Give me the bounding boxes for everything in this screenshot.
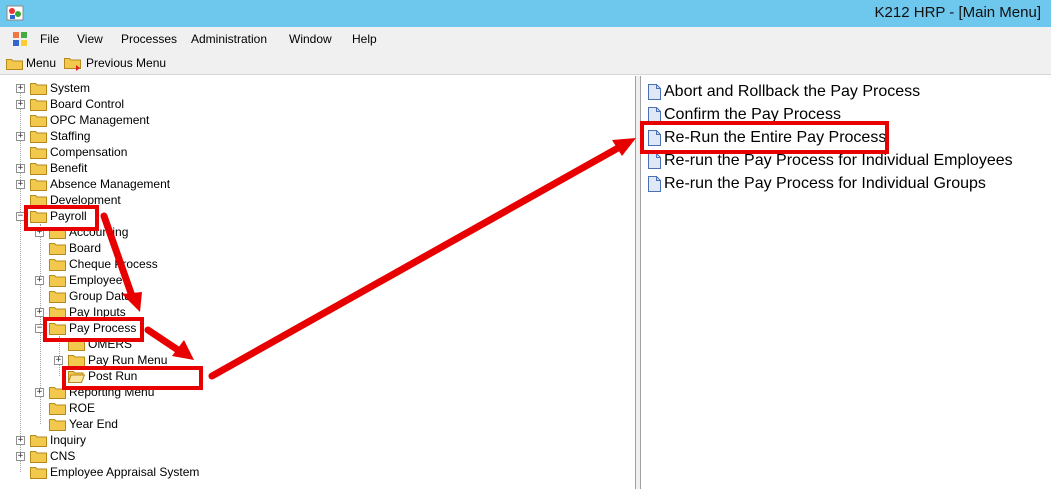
folder-icon: [30, 82, 47, 95]
menu-view[interactable]: View: [77, 32, 103, 46]
tree-item-roe[interactable]: ROE: [49, 400, 95, 416]
tree-item-cheque-process[interactable]: Cheque Process: [49, 256, 158, 272]
tree-label: CNS: [50, 449, 76, 463]
tree-label: Employee Appraisal System: [50, 465, 200, 479]
previous-menu-button-label: Previous Menu: [86, 56, 167, 70]
folder-back-icon: [64, 57, 81, 71]
folder-icon: [30, 162, 47, 175]
folder-icon: [6, 58, 23, 70]
mdi-window-icon[interactable]: [12, 31, 28, 47]
tree-line: [20, 88, 21, 472]
folder-icon: [49, 402, 66, 415]
tree-label: OPC Management: [50, 113, 150, 127]
menu-administration[interactable]: Administration: [191, 32, 267, 46]
folder-icon: [30, 98, 47, 111]
menu-button-label: Menu: [26, 56, 57, 70]
folder-icon: [30, 146, 47, 159]
document-icon: [648, 176, 661, 192]
tree-label: Year End: [69, 417, 118, 431]
folder-icon: [49, 418, 66, 431]
tree-item-absence-management[interactable]: + Absence Management: [16, 176, 170, 192]
highlight-rerun-entire: [640, 121, 889, 154]
tree-label: Staffing: [50, 129, 91, 143]
tree-label: Group Data: [69, 289, 132, 303]
tree-label: Absence Management: [50, 177, 171, 191]
menu-button[interactable]: Menu: [6, 54, 56, 72]
folder-icon: [30, 466, 47, 479]
tree-item-employee-appraisal-system[interactable]: Employee Appraisal System: [30, 464, 199, 480]
tree-item-employee[interactable]: + Employee: [35, 272, 122, 288]
folder-icon: [30, 114, 47, 127]
window-title: K212 HRP - [Main Menu]: [874, 4, 1041, 21]
tree-item-board[interactable]: Board: [49, 240, 101, 256]
tree-item-board-control[interactable]: + Board Control: [16, 96, 124, 112]
tree-item-staffing[interactable]: + Staffing: [16, 128, 90, 144]
tree-item-compensation[interactable]: Compensation: [30, 144, 127, 160]
tree-label: Inquiry: [50, 433, 87, 447]
tree-item-inquiry[interactable]: + Inquiry: [16, 432, 86, 448]
menu-file[interactable]: File: [40, 32, 59, 46]
folder-icon: [49, 242, 66, 255]
tree-label: Benefit: [50, 161, 88, 175]
list-label: Re-run the Pay Process for Individual Em…: [664, 152, 1013, 169]
tree-item-benefit[interactable]: + Benefit: [16, 160, 87, 176]
tree-label: System: [50, 81, 91, 95]
app-icon[interactable]: [6, 4, 24, 22]
list-item-rerun-groups[interactable]: Re-run the Pay Process for Individual Gr…: [648, 174, 986, 194]
highlight-post-run: [62, 366, 203, 390]
folder-icon: [49, 274, 66, 287]
folder-icon: [30, 450, 47, 463]
list-label: Re-run the Pay Process for Individual Gr…: [664, 175, 986, 192]
folder-icon: [49, 258, 66, 271]
tree-item-group-data[interactable]: Group Data: [49, 288, 131, 304]
tree-label: Pay Run Menu: [88, 353, 168, 367]
tree-item-cns[interactable]: + CNS: [16, 448, 75, 464]
list-item-rerun-employees[interactable]: Re-run the Pay Process for Individual Em…: [648, 151, 1013, 171]
tree-item-year-end[interactable]: Year End: [49, 416, 118, 432]
list-label: Abort and Rollback the Pay Process: [664, 83, 921, 100]
tree-label: ROE: [69, 401, 96, 415]
tree-label: Board Control: [50, 97, 125, 111]
list-item-abort-rollback[interactable]: Abort and Rollback the Pay Process: [648, 82, 920, 102]
tree-label: Board: [69, 241, 102, 255]
menu-processes[interactable]: Processes: [121, 32, 177, 46]
tree-item-opc-management[interactable]: OPC Management: [30, 112, 149, 128]
folder-icon: [49, 290, 66, 303]
folder-icon: [30, 130, 47, 143]
menu-window[interactable]: Window: [289, 32, 332, 46]
menu-help[interactable]: Help: [352, 32, 377, 46]
folder-icon: [30, 178, 47, 191]
document-icon: [648, 84, 661, 100]
tree-label: Compensation: [50, 145, 128, 159]
highlight-pay-process: [43, 317, 144, 342]
tree-label: Cheque Process: [69, 257, 158, 271]
tree-label: Employee: [69, 273, 123, 287]
tree-item-system[interactable]: + System: [16, 80, 90, 96]
folder-icon: [68, 354, 85, 367]
folder-icon: [30, 434, 47, 447]
previous-menu-button[interactable]: Previous Menu: [64, 54, 166, 72]
highlight-payroll: [24, 205, 99, 231]
document-icon: [648, 153, 661, 169]
